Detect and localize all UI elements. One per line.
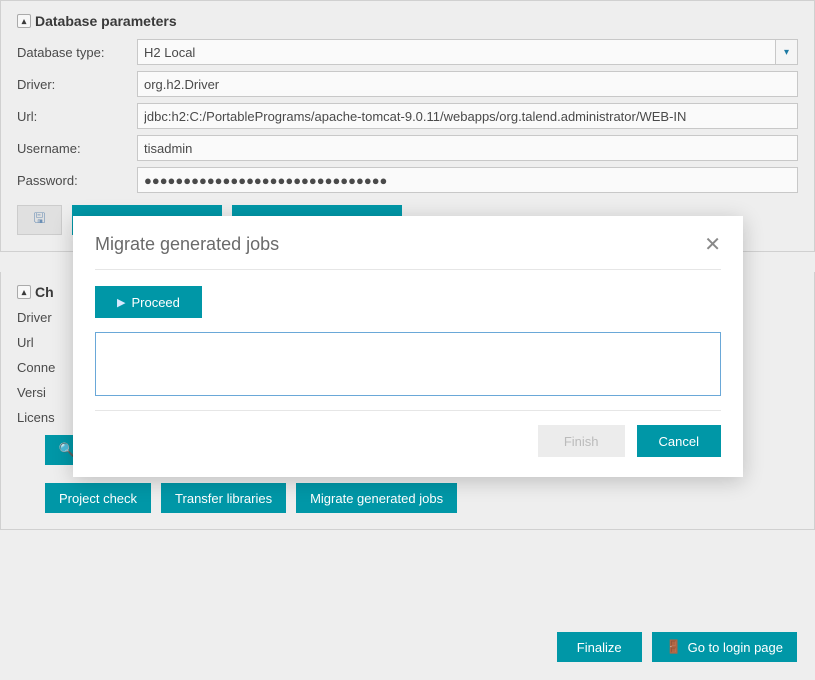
project-check-label: Project check	[59, 491, 137, 506]
go-to-login-button[interactable]: 🚪 Go to login page	[652, 632, 797, 662]
disk-icon: 🖫	[34, 208, 46, 232]
transfer-libraries-button[interactable]: Transfer libraries	[161, 483, 286, 513]
label-database-type: Database type:	[17, 45, 137, 60]
project-check-button[interactable]: Project check	[45, 483, 151, 513]
transfer-libraries-label: Transfer libraries	[175, 491, 272, 506]
finalize-button[interactable]: Finalize	[557, 632, 642, 662]
database-parameters-panel: ▴ Database parameters Database type: ▾ D…	[0, 0, 815, 252]
input-driver[interactable]	[137, 71, 798, 97]
proceed-button[interactable]: ▶ Proceed	[95, 286, 202, 318]
dialog-header: Migrate generated jobs ✕	[95, 234, 721, 270]
panel-header-db: ▴ Database parameters	[17, 13, 798, 29]
combo-trigger-icon[interactable]: ▾	[776, 39, 798, 65]
row-url: Url:	[17, 103, 798, 129]
door-exit-icon: 🚪	[666, 639, 682, 655]
label-username: Username:	[17, 141, 137, 156]
go-to-login-label: Go to login page	[688, 640, 783, 655]
input-password[interactable]	[137, 167, 798, 193]
migrate-jobs-label: Migrate generated jobs	[310, 491, 443, 506]
cancel-label: Cancel	[659, 434, 699, 449]
check-button-row-2: Project check Transfer libraries Migrate…	[45, 483, 798, 513]
panel-title: Database parameters	[35, 13, 177, 29]
dialog-body: ▶ Proceed	[95, 286, 721, 396]
close-icon[interactable]: ✕	[704, 235, 721, 255]
collapse-icon[interactable]: ▴	[17, 285, 31, 299]
finalize-label: Finalize	[577, 640, 622, 655]
cancel-button[interactable]: Cancel	[637, 425, 721, 457]
input-database-type[interactable]	[137, 39, 776, 65]
label-url: Url:	[17, 109, 137, 124]
panel-title-check: Ch	[35, 284, 54, 300]
row-username: Username:	[17, 135, 798, 161]
finish-label: Finish	[564, 434, 599, 449]
footer-bar: Finalize 🚪 Go to login page	[557, 632, 797, 662]
label-password: Password:	[17, 173, 137, 188]
proceed-label: Proceed	[131, 295, 179, 310]
migrate-jobs-dialog: Migrate generated jobs ✕ ▶ Proceed Finis…	[73, 216, 743, 477]
combo-database-type[interactable]: ▾	[137, 39, 798, 65]
dialog-footer: Finish Cancel	[95, 410, 721, 457]
input-url[interactable]	[137, 103, 798, 129]
finish-button: Finish	[538, 425, 625, 457]
row-password: Password:	[17, 167, 798, 193]
label-driver: Driver:	[17, 77, 137, 92]
dialog-title: Migrate generated jobs	[95, 234, 279, 255]
input-username[interactable]	[137, 135, 798, 161]
migrate-jobs-button[interactable]: Migrate generated jobs	[296, 483, 457, 513]
row-driver: Driver:	[17, 71, 798, 97]
save-config-button[interactable]: 🖫	[17, 205, 62, 235]
dialog-log-area[interactable]	[95, 332, 721, 396]
collapse-icon[interactable]: ▴	[17, 14, 31, 28]
row-database-type: Database type: ▾	[17, 39, 798, 65]
play-icon: ▶	[117, 296, 125, 309]
